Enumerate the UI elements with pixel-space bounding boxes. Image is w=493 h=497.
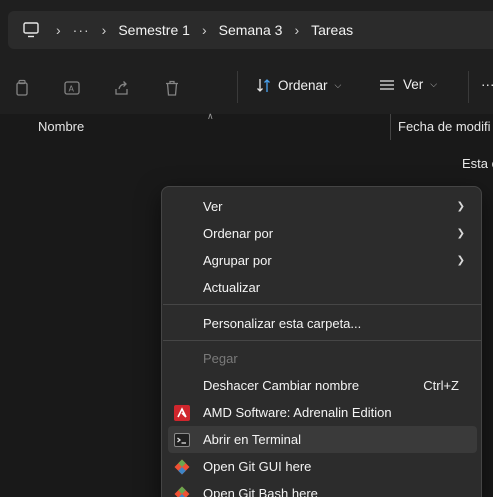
context-menu: Ver ❯ Ordenar por ❯ Agrupar por ❯ Actual… [161, 186, 482, 497]
column-header-name[interactable]: Nombre [38, 119, 84, 134]
menu-item-ver[interactable]: Ver ❯ [168, 193, 477, 220]
column-divider[interactable] [390, 114, 391, 140]
chevron-right-icon: › [101, 22, 107, 38]
chevron-down-icon: ⌵ [334, 80, 342, 90]
menu-item-deshacer[interactable]: Deshacer Cambiar nombre Ctrl+Z [168, 372, 477, 399]
menu-separator [163, 304, 482, 305]
svg-text:A: A [69, 85, 75, 94]
address-bar-region: › ··· › Semestre 1 › Semana 3 › Tareas [0, 0, 493, 60]
breadcrumb-semestre[interactable]: Semestre 1 [118, 22, 190, 38]
menu-item-label: AMD Software: Adrenalin Edition [203, 405, 392, 420]
computer-icon[interactable] [22, 21, 40, 39]
menu-item-agrupar-por[interactable]: Agrupar por ❯ [168, 247, 477, 274]
menu-item-git-gui[interactable]: Open Git GUI here [168, 453, 477, 480]
breadcrumb-semana[interactable]: Semana 3 [219, 22, 283, 38]
menu-item-label: Actualizar [203, 280, 261, 295]
menu-separator [163, 340, 482, 341]
git-gui-icon [174, 459, 190, 474]
menu-item-label: Deshacer Cambiar nombre [203, 378, 360, 393]
more-icon: ··· [481, 77, 493, 92]
share-icon[interactable] [113, 79, 131, 97]
copy-icon[interactable] [13, 79, 31, 97]
menu-item-label: Pegar [203, 351, 238, 366]
menu-item-label: Agrupar por [203, 253, 272, 268]
git-bash-icon [174, 486, 190, 497]
breadcrumb-overflow[interactable]: ··· [73, 22, 90, 38]
toolbar-divider [468, 71, 469, 103]
view-icon [380, 79, 394, 90]
sort-ascending-icon: ∧ [207, 111, 214, 121]
view-button-label: Ver [403, 77, 424, 92]
address-bar[interactable]: › ··· › Semestre 1 › Semana 3 › Tareas [8, 11, 493, 49]
terminal-icon [174, 432, 190, 447]
breadcrumb-tareas[interactable]: Tareas [311, 22, 353, 38]
menu-item-personalizar[interactable]: Personalizar esta carpeta... [168, 310, 477, 337]
chevron-right-icon: › [201, 22, 207, 38]
rename-icon[interactable]: A [63, 79, 81, 97]
empty-folder-message: Esta c [462, 156, 493, 171]
menu-item-label: Ordenar por [203, 226, 274, 241]
view-button[interactable]: Ver ⌵ [379, 77, 437, 92]
sort-icon [257, 79, 270, 92]
menu-item-actualizar[interactable]: Actualizar [168, 274, 477, 301]
more-button[interactable]: ··· [481, 77, 493, 92]
amd-icon [174, 404, 190, 421]
sort-button[interactable]: Ordenar ⌵ [255, 77, 341, 94]
chevron-right-icon: ❯ [456, 255, 465, 266]
menu-item-label: Open Git Bash here [203, 486, 318, 497]
sort-button-label: Ordenar [278, 78, 328, 93]
chevron-right-icon: ❯ [456, 228, 465, 239]
chevron-right-icon: › [56, 22, 61, 38]
toolbar-divider [237, 71, 238, 103]
menu-item-git-bash[interactable]: Open Git Bash here [168, 480, 477, 497]
shortcut-text: Ctrl+Z [423, 378, 459, 393]
menu-item-label: Personalizar esta carpeta... [203, 316, 362, 331]
menu-item-abrir-terminal[interactable]: Abrir en Terminal [168, 426, 477, 453]
chevron-down-icon: ⌵ [430, 79, 438, 89]
menu-item-pegar: Pegar [168, 345, 477, 372]
column-header-date[interactable]: Fecha de modifi [398, 119, 491, 134]
chevron-right-icon: ❯ [456, 201, 465, 212]
menu-item-amd-software[interactable]: AMD Software: Adrenalin Edition [168, 399, 477, 426]
chevron-right-icon: › [294, 22, 300, 38]
menu-item-ordenar-por[interactable]: Ordenar por ❯ [168, 220, 477, 247]
menu-item-label: Open Git GUI here [203, 459, 312, 474]
menu-item-label: Abrir en Terminal [203, 432, 302, 447]
delete-icon[interactable] [163, 79, 181, 97]
menu-item-label: Ver [203, 199, 223, 214]
